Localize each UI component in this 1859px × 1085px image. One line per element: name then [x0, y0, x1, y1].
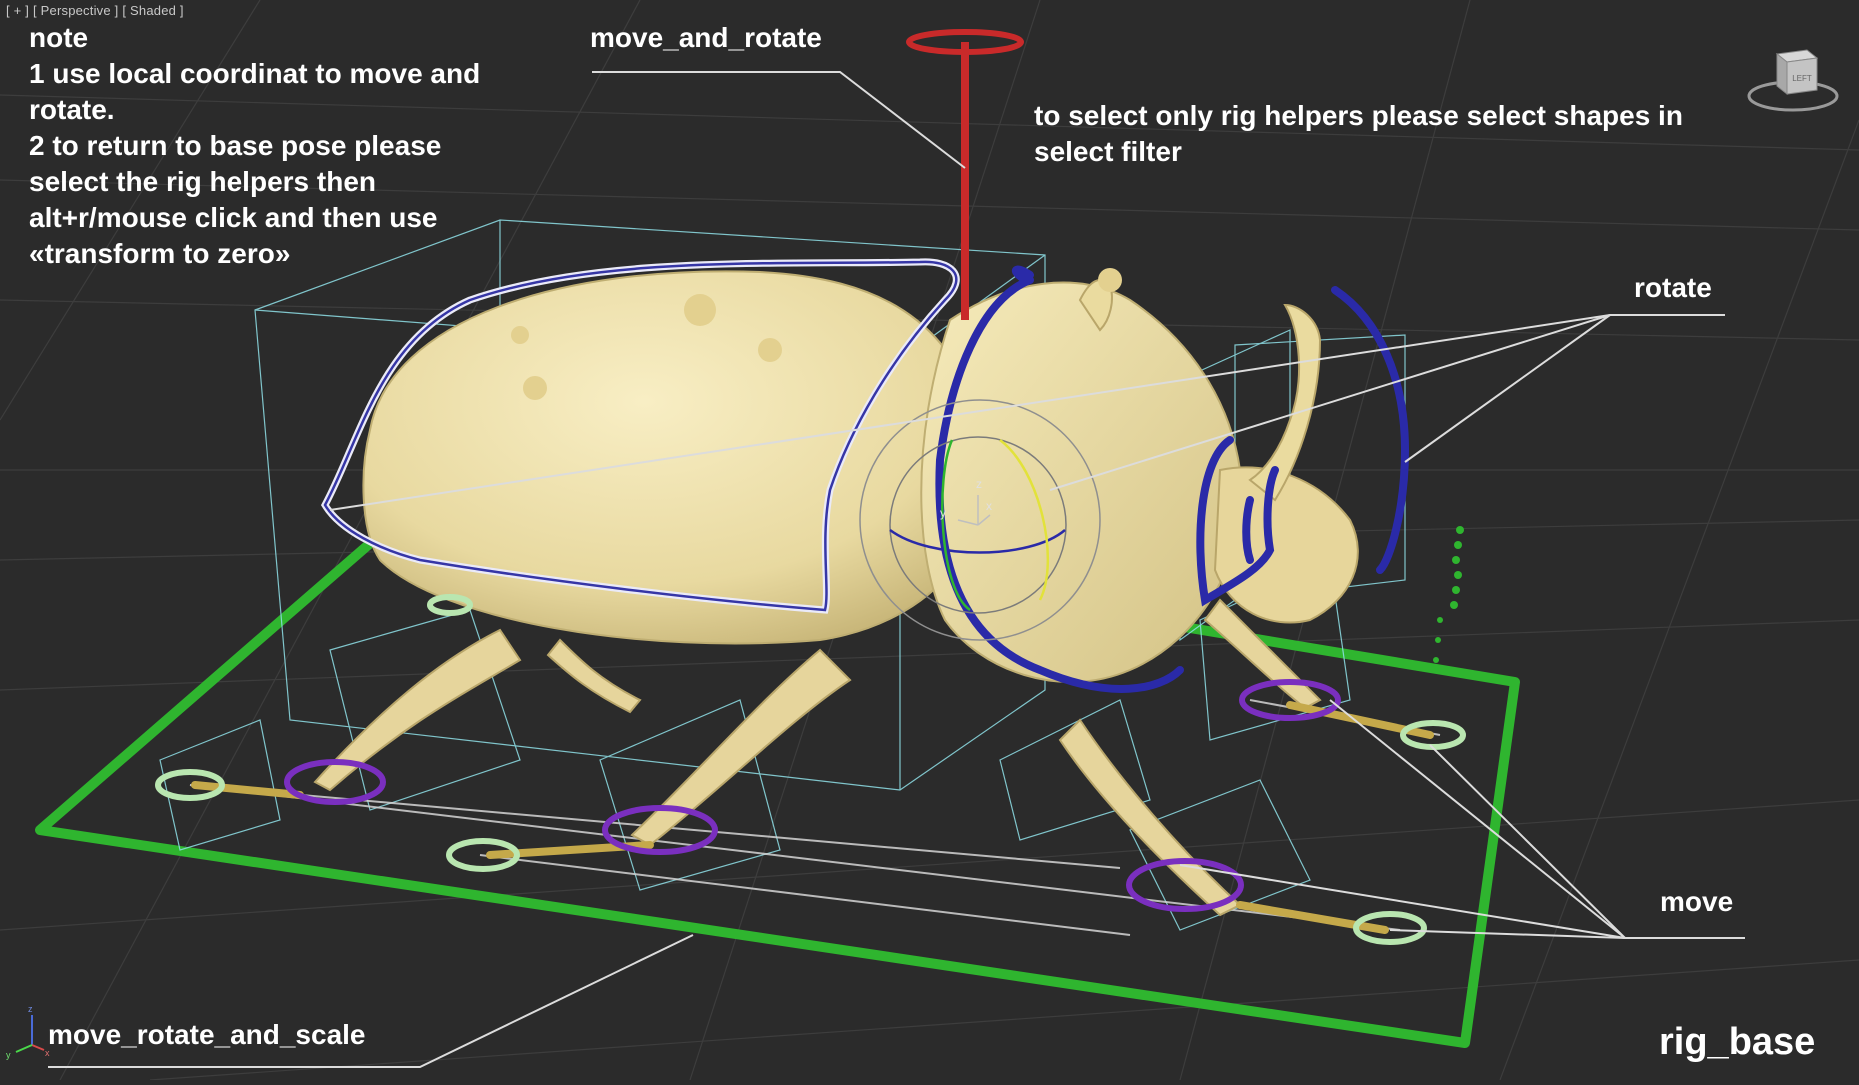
gizmo-axis-y: y: [940, 506, 946, 520]
note-title: note: [29, 22, 89, 53]
beetle-head: [1213, 466, 1359, 624]
move-and-rotate-helper: [906, 29, 1024, 320]
shell-bump: [511, 326, 529, 344]
label-filter-hint: to select only rig helpers please select…: [1034, 98, 1683, 170]
note-line: select the rig helpers then: [29, 166, 376, 197]
antenna-chain-helper: [1433, 526, 1464, 663]
gizmo-axis-z: z: [976, 477, 982, 491]
viewport-shading-menu[interactable]: [ Shaded ]: [122, 3, 183, 18]
note-line: rotate.: [29, 94, 115, 125]
note-line: 1 use local coordinat to move and: [29, 58, 481, 89]
label-rotate: rotate: [1634, 272, 1712, 303]
filter-hint-line: to select only rig helpers please select…: [1034, 100, 1683, 131]
gizmo-axis-x: x: [986, 499, 992, 513]
viewport-pov-menu[interactable]: [ Perspective ]: [33, 3, 118, 18]
tripod-y-label: y: [6, 1050, 11, 1060]
shell-bump: [523, 376, 547, 400]
note-line: 2 to return to base pose please: [29, 130, 442, 161]
viewport-plus-menu[interactable]: [ + ]: [6, 3, 29, 18]
filter-hint-line: select filter: [1034, 136, 1182, 167]
note-line: alt+r/mouse click and then use: [29, 202, 438, 233]
note-line: «transform to zero»: [29, 238, 291, 269]
shell-bump: [758, 338, 782, 362]
label-move: move: [1660, 886, 1734, 917]
viewport-label-menu[interactable]: [ + ] [ Perspective ] [ Shaded ]: [6, 3, 188, 18]
viewcube[interactable]: LEFT: [1745, 40, 1841, 120]
note-body: 1 use local coordinat to move and rotate…: [29, 56, 480, 272]
axis-tripod: z x y: [6, 1004, 50, 1060]
tripod-z-label: z: [28, 1004, 33, 1014]
beetle-horn: [1248, 303, 1322, 502]
label-rig-base: rig_base: [1659, 1021, 1816, 1063]
label-move-rotate-and-scale: move_rotate_and_scale: [48, 1019, 366, 1050]
tripod-x-label: x: [45, 1048, 50, 1058]
label-move-and-rotate: move_and_rotate: [590, 22, 822, 53]
viewcube-face-label: LEFT: [1792, 74, 1812, 83]
3d-viewport[interactable]: z x y [+] [Perspective] [Shaded] n…: [0, 0, 1859, 1081]
shell-bump: [1098, 268, 1122, 292]
shell-bump: [684, 294, 716, 326]
